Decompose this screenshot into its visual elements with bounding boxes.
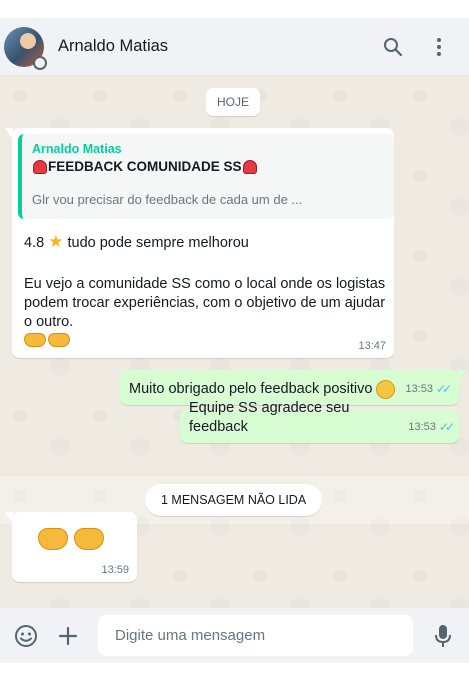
message-text: Muito obrigado pelo feedback positivo [129, 381, 373, 397]
plus-icon[interactable] [52, 620, 84, 652]
handshake-emoji-icon [38, 528, 68, 550]
message-input[interactable]: Digite uma mensagem [98, 615, 413, 656]
quote-text: Glr vou precisar do feedback de cada um … [32, 192, 303, 207]
incoming-message[interactable]: Arnaldo Matias FEEDBACK COMUNIDADE SS Gl… [5, 128, 394, 358]
handshake-emoji-icon [74, 528, 104, 550]
unread-divider: 1 MENSAGEM NÃO LIDA [145, 484, 323, 516]
outgoing-message[interactable]: Equipe SS agradece seu feedback 13:53 ✓✓ [180, 400, 459, 443]
smiling-emoji-icon [376, 380, 396, 399]
message-body: Eu vejo a comunidade SS como o local ond… [24, 276, 386, 330]
bubble-tail [5, 128, 13, 140]
time-with-ticks: 13:53 ✓✓ [405, 380, 452, 399]
handshake-emoji-icon [24, 333, 46, 347]
handshake-emoji-icon [48, 333, 70, 347]
handshake-emojis [24, 333, 70, 347]
rating-comment: tudo pode sempre melhorou [67, 235, 249, 251]
status-ring-icon [33, 55, 47, 70]
message-text: Equipe SS agradece seu feedback [189, 400, 350, 435]
bubble-tail [458, 370, 466, 382]
menu-dots-icon[interactable] [421, 29, 457, 65]
message-list[interactable]: HOJE Arnaldo Matias FEEDBACK COMUNIDADE … [0, 76, 469, 608]
chat-header: Arnaldo Matias [0, 18, 469, 76]
message-time: 13:59 [101, 564, 129, 576]
microphone-icon[interactable] [427, 620, 459, 652]
siren-emoji-icon [33, 160, 47, 174]
handshake-emojis [38, 528, 104, 550]
date-divider: HOJE [206, 88, 261, 116]
rating-value: 4.8 [24, 235, 45, 251]
read-ticks-icon: ✓✓ [438, 420, 455, 434]
incoming-message[interactable]: 13:59 [5, 512, 137, 582]
quote-author: Arnaldo Matias [32, 142, 122, 156]
message-time: 13:53 [408, 421, 436, 433]
emoji-icon[interactable] [10, 620, 42, 652]
message-line-rating: 4.8 ★ tudo pode sempre melhorou [24, 232, 249, 253]
contact-name[interactable]: Arnaldo Matias [58, 37, 365, 56]
composer: Digite uma mensagem [0, 608, 469, 663]
search-icon[interactable] [375, 29, 411, 65]
siren-emoji-icon [242, 160, 257, 174]
bubble-tail [5, 512, 13, 524]
message-time: 13:47 [358, 340, 386, 352]
quoted-message[interactable]: Arnaldo Matias FEEDBACK COMUNIDADE SS Gl… [18, 134, 394, 219]
whatsapp-window: Arnaldo Matias HOJE Arnaldo Matias FEEDB… [0, 18, 469, 663]
read-ticks-icon: ✓✓ [435, 382, 452, 396]
message-time: 13:53 [405, 383, 433, 395]
star-emoji-icon: ★ [48, 232, 64, 251]
quote-title: FEEDBACK COMUNIDADE SS [48, 159, 242, 174]
quote-title-row: FEEDBACK COMUNIDADE SS [32, 157, 384, 177]
contact-avatar[interactable] [4, 26, 47, 70]
time-with-ticks: 13:53 ✓✓ [408, 418, 455, 437]
